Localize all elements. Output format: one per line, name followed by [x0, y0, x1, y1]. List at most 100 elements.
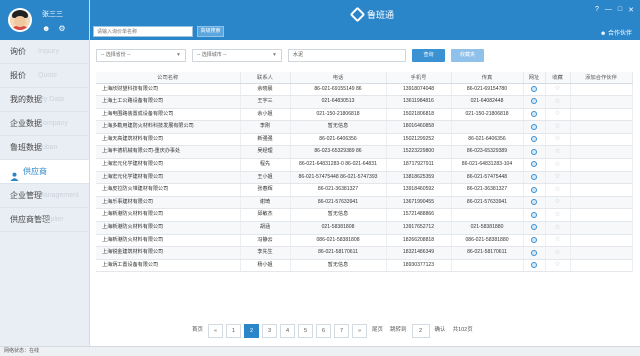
page-1[interactable]: 1 [226, 324, 242, 338]
star-icon[interactable]: ☆ [554, 249, 560, 256]
table-row[interactable]: 上海新港防火材料有限公司 胡涵 021-58381808 13917652712 021… [96, 221, 633, 235]
user-icon[interactable]: ☻ [42, 24, 50, 33]
sidebar-item-quote[interactable]: 报价 Quote [0, 64, 89, 88]
star-icon[interactable]: ☆ [554, 198, 560, 205]
star-icon[interactable]: ☆ [554, 236, 560, 243]
table-row[interactable]: 上海锐金建筑材料有限公司 李先生 86-021-58170611 1832148634… [96, 246, 633, 260]
globe-icon[interactable] [531, 136, 537, 143]
table-row[interactable]: 上海欣财望科技有限公司 余晓晨 86-021-69155149 86 13918074… [96, 83, 633, 97]
page-2[interactable]: 2 [244, 324, 260, 338]
star-icon[interactable]: ☆ [554, 224, 560, 231]
globe-icon[interactable] [531, 186, 537, 193]
table-row[interactable]: 上海土工公路设备有限公司 王宇三 021-64830513 13611984816 02… [96, 95, 633, 109]
query-button[interactable]: 查询 [412, 48, 445, 62]
table-row[interactable]: 上海丰德机械有限公司-重庆办事处 吴经理 86-023-65329389 86 152… [96, 145, 633, 160]
add-partner-cell[interactable] [570, 208, 633, 223]
star-icon[interactable]: ☆ [554, 85, 560, 92]
globe-icon[interactable] [531, 211, 537, 218]
star-icon[interactable]: ☆ [554, 110, 560, 117]
star-icon[interactable]: ☆ [554, 173, 560, 180]
sidebar-item-supplier[interactable]: 供应商 [0, 160, 89, 184]
gear-icon[interactable]: ⚙ [58, 24, 65, 33]
sidebar-item-my-data[interactable]: 我的数据 My Data [0, 88, 89, 112]
star-icon[interactable]: ☆ [554, 148, 560, 155]
add-partner-cell[interactable] [570, 158, 633, 172]
add-partner-cell[interactable] [570, 133, 633, 147]
add-partner-cell[interactable] [570, 120, 633, 134]
table-row[interactable]: 上海宏元化学建材有限公司 程先 86-021-64831283-0 86-021-6… [96, 158, 633, 172]
minimize-icon[interactable]: — [605, 6, 612, 14]
close-icon[interactable]: ✕ [628, 6, 634, 14]
add-partner-cell[interactable] [570, 221, 633, 235]
table-row[interactable]: 上海新港防火材料有限公司 邱敏杰 暂无信息 15721488866 ☆ [96, 208, 633, 223]
add-partner-cell[interactable] [570, 145, 633, 160]
page-5[interactable]: 5 [298, 324, 314, 338]
globe-icon[interactable] [531, 249, 537, 256]
table-row[interactable]: 上海宏元化学建材有限公司 王小姐 86-021-57475448 86-021-57… [96, 171, 633, 185]
star-icon[interactable]: ☆ [554, 98, 560, 105]
table-row[interactable]: 上海天高建筑材料有限公司 新强强 86-021-6406356 15021299252… [96, 133, 633, 147]
sidebar-item-inquiry[interactable]: 询价 Inquiry [0, 40, 89, 64]
maximize-icon[interactable]: □ [618, 6, 622, 14]
star-icon[interactable]: ☆ [554, 135, 560, 142]
star-icon[interactable]: ☆ [554, 186, 560, 193]
add-partner-cell[interactable] [570, 108, 633, 122]
inquiry-search-input[interactable] [94, 27, 192, 36]
sidebar-item-supplier-management[interactable]: 供应商管理 Supplier [0, 208, 89, 232]
page-first[interactable]: 首页 [190, 324, 205, 338]
col-favorite[interactable]: 收藏 [545, 72, 571, 84]
table-row[interactable]: 上海多勒用建防火材料科技发展有限公司 李刚 暂无信息 18016460858 ☆ [96, 120, 633, 134]
sidebar-item-luban-data[interactable]: 鲁班数据 Luban [0, 136, 89, 160]
globe-icon[interactable] [531, 85, 537, 92]
sidebar-item-company-management[interactable]: 企业管理 Management [0, 184, 89, 208]
add-partner-cell[interactable] [570, 95, 633, 109]
globe-icon[interactable] [531, 262, 537, 269]
keyword-input[interactable]: 水泥 [288, 48, 406, 62]
star-icon[interactable]: ☆ [554, 211, 560, 218]
partner-link[interactable]: ☻ 合作伙伴 [600, 28, 632, 37]
add-partner-cell[interactable] [570, 246, 633, 260]
table-row[interactable]: 上海乐事建材有限公司 谢琦 86-021-57633941 13671990455 86… [96, 196, 633, 210]
col-add-partner[interactable]: 添加合作伙伴 [570, 72, 633, 84]
page-last[interactable]: 尾页 [370, 324, 385, 338]
goto-confirm-button[interactable]: 确认 [433, 324, 448, 338]
globe-icon[interactable] [531, 161, 537, 168]
globe-icon[interactable] [531, 123, 537, 130]
globe-icon[interactable] [531, 224, 537, 231]
add-partner-cell[interactable] [570, 183, 633, 197]
star-icon[interactable]: ☆ [554, 161, 560, 168]
advanced-search-button[interactable]: 高级搜索 [197, 26, 224, 37]
add-partner-cell[interactable] [570, 259, 633, 273]
star-icon[interactable]: ☆ [554, 123, 560, 130]
col-mobile[interactable]: 手机号 [386, 72, 452, 84]
col-contact[interactable]: 联系人 [240, 72, 291, 84]
add-partner-cell[interactable] [570, 234, 633, 248]
col-phone[interactable]: 电话 [290, 72, 387, 84]
help-icon[interactable]: ? [595, 6, 599, 14]
sidebar-item-company-data[interactable]: 企业数据 Company [0, 112, 89, 136]
globe-icon[interactable] [531, 173, 537, 180]
globe-icon[interactable] [531, 236, 537, 243]
globe-icon[interactable] [531, 98, 537, 105]
add-partner-cell[interactable] [570, 83, 633, 97]
city-select[interactable]: -- 选择城市 -- ▼ [192, 48, 282, 62]
table-row[interactable]: 上海皮拉防火堆建材有限公司 张春辉 86-021-36381327 139184605… [96, 183, 633, 197]
col-company[interactable]: 公司名称 [96, 72, 241, 84]
globe-icon[interactable] [531, 111, 537, 118]
globe-icon[interactable] [531, 148, 537, 155]
page-7[interactable]: 7 [334, 324, 350, 338]
page-6[interactable]: 6 [316, 324, 332, 338]
col-website[interactable]: 网址 [523, 72, 546, 84]
goto-page-input[interactable]: 2 [411, 324, 430, 338]
col-fax[interactable]: 传真 [451, 72, 524, 84]
table-row[interactable]: 上海炳工置设备有限公司 杨小姐 暂无信息 18930377123 ☆ [96, 259, 633, 273]
add-partner-cell[interactable] [570, 196, 633, 210]
favorites-button[interactable]: 收藏夹 [451, 48, 484, 62]
table-row[interactable]: 上海电围路装置成设备有限公司 余小姐 021-150-21806818 1502180… [96, 108, 633, 122]
add-partner-cell[interactable] [570, 171, 633, 185]
page-prev[interactable]: « [208, 324, 224, 338]
page-3[interactable]: 3 [262, 324, 278, 338]
star-icon[interactable]: ☆ [554, 261, 560, 268]
province-select[interactable]: -- 选择省份 -- ▼ [96, 48, 186, 62]
avatar[interactable] [8, 8, 32, 32]
